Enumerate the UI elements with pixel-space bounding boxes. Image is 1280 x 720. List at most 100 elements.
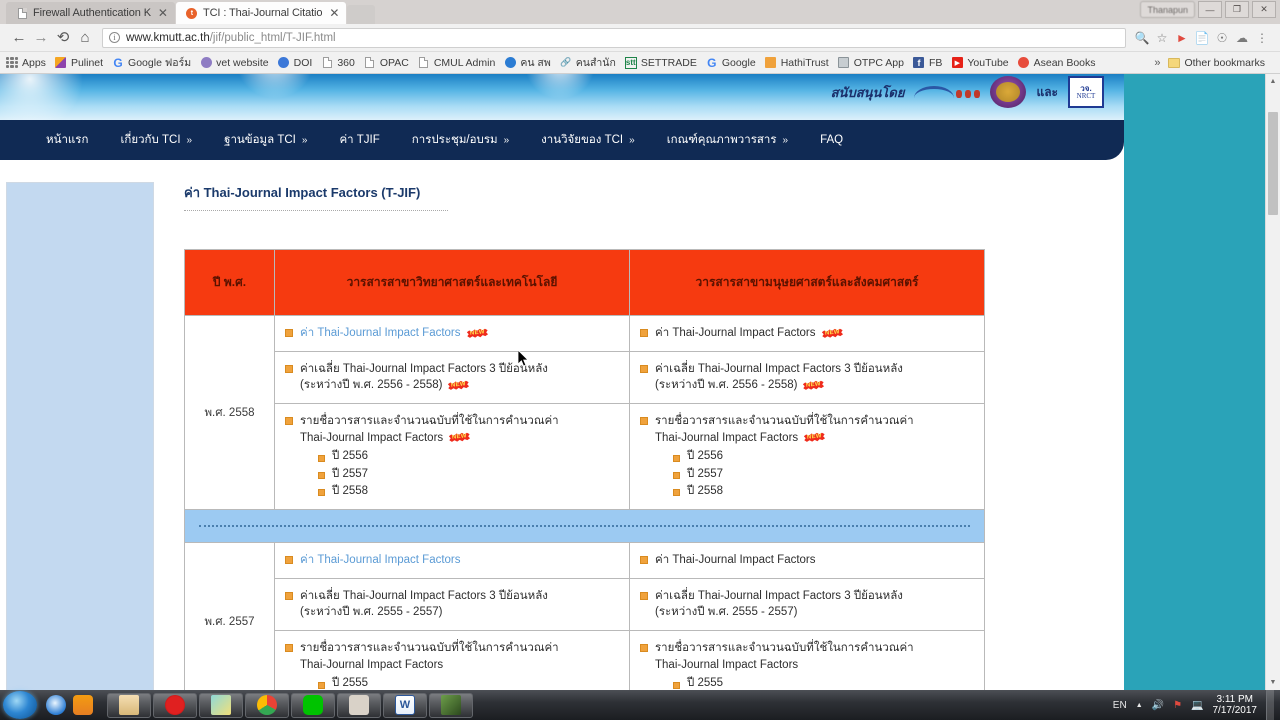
address-bar[interactable]: i www.kmutt.ac.th /jif/public_html/T-JIF…: [102, 27, 1126, 48]
person-icon: [504, 57, 516, 69]
other-bookmarks-folder[interactable]: Other bookmarks: [1168, 57, 1265, 69]
scrollbar-thumb[interactable]: [1268, 112, 1278, 215]
close-button[interactable]: ✕: [1252, 1, 1276, 18]
page-viewport: สนับสนุนโดย และ วจ. NRCT หน้าแรก เกี่ยวก…: [0, 74, 1280, 690]
forward-icon[interactable]: →: [30, 30, 52, 45]
bullet-icon: [640, 591, 648, 600]
bookmark-settrade[interactable]: stt SETTRADE: [624, 56, 697, 69]
network-icon[interactable]: 💻: [1191, 700, 1203, 711]
security-icon[interactable]: ⚑: [1173, 700, 1182, 711]
media-player-icon[interactable]: [73, 695, 93, 715]
list-item[interactable]: ปี 2557: [318, 466, 559, 483]
list-item[interactable]: ปี 2558: [673, 483, 914, 500]
show-hidden-icons-icon[interactable]: ▲: [1136, 702, 1143, 709]
list-item[interactable]: ปี 2556: [318, 448, 559, 465]
taskbar-item-explorer[interactable]: [107, 692, 151, 718]
show-desktop-button[interactable]: [1266, 690, 1274, 720]
list-item[interactable]: ค่า Thai-Journal Impact Factors: [640, 552, 974, 569]
browser-tab-firewall[interactable]: Firewall Authentication K ✕: [6, 2, 175, 24]
list-item[interactable]: ปี 2556: [673, 448, 914, 465]
list-item[interactable]: ค่าเฉลี่ย Thai-Journal Impact Factors 3 …: [285, 361, 619, 394]
nav-item-faq[interactable]: FAQ: [804, 134, 859, 146]
browser-tab-tci[interactable]: t TCI : Thai-Journal Citatio ✕: [175, 2, 347, 24]
nav-item-meetings[interactable]: การประชุม/อบรม »: [396, 131, 525, 149]
home-icon[interactable]: ⌂: [74, 30, 96, 45]
list-item[interactable]: ปี 2555: [673, 675, 914, 690]
maximize-button[interactable]: ❐: [1225, 1, 1249, 18]
bookmark-pulinet[interactable]: Pulinet: [55, 57, 103, 69]
nav-item-tjif[interactable]: ค่า TJIF: [323, 131, 395, 149]
youtube-icon: ▶: [951, 57, 963, 69]
bookmark-360[interactable]: 360: [321, 57, 355, 69]
bookmark-opac[interactable]: OPAC: [364, 57, 409, 69]
taskbar-item-word[interactable]: W: [383, 692, 427, 718]
taskbar-item-photo[interactable]: [429, 692, 473, 718]
list-item[interactable]: ค่าเฉลี่ย Thai-Journal Impact Factors 3 …: [640, 361, 974, 394]
list-item[interactable]: ปี 2557: [673, 466, 914, 483]
reload-icon[interactable]: ⟲: [52, 30, 74, 45]
menu-icon[interactable]: ⋮: [1252, 31, 1272, 45]
profile-chip[interactable]: Thanapun: [1140, 1, 1195, 18]
bookmark-khon-sp[interactable]: คน สพ: [504, 54, 551, 71]
nav-item-about-tci[interactable]: เกี่ยวกับ TCI »: [104, 131, 208, 149]
scroll-up-icon[interactable]: ▲: [1266, 74, 1280, 89]
bookmark-otpc-app[interactable]: OTPC App: [838, 57, 904, 69]
nav-item-research[interactable]: งานวิจัยของ TCI »: [525, 131, 651, 149]
bookmark-apps[interactable]: Apps: [6, 56, 46, 69]
close-icon[interactable]: ✕: [328, 7, 340, 19]
list-item[interactable]: ค่า Thai-Journal Impact Factors NEW: [285, 325, 619, 342]
bookmark-hathitrust[interactable]: HathiTrust: [765, 57, 829, 69]
cloud-icon[interactable]: ☁: [1232, 31, 1252, 45]
taskbar-item-opera[interactable]: [153, 692, 197, 718]
bookmark-google[interactable]: G Google: [706, 56, 756, 70]
taskbar-item-snip[interactable]: [337, 692, 381, 718]
item-text: ค่า Thai-Journal Impact Factors NEW: [300, 325, 487, 342]
list-item[interactable]: ปี 2555: [318, 675, 559, 690]
cell-science-list-2557: รายชื่อวารสารและจำนวนฉบับที่ใช้ในการคำนว…: [274, 630, 630, 690]
star-icon[interactable]: ☆: [1152, 31, 1172, 45]
site-info-icon[interactable]: i: [109, 32, 120, 43]
list-item[interactable]: ค่าเฉลี่ย Thai-Journal Impact Factors 3 …: [285, 588, 619, 621]
list-item[interactable]: ค่าเฉลี่ย Thai-Journal Impact Factors 3 …: [640, 588, 974, 621]
minimize-button[interactable]: —: [1198, 1, 1222, 18]
start-button[interactable]: [3, 691, 37, 719]
taskbar-clock[interactable]: 3:11 PM 7/17/2017: [1213, 694, 1258, 717]
scroll-down-icon[interactable]: ▼: [1266, 675, 1280, 690]
page-icon[interactable]: 📄: [1192, 31, 1212, 45]
bookmark-google-form[interactable]: G Google ฟอร์ม: [112, 54, 191, 71]
new-tab-button[interactable]: [347, 5, 376, 24]
banner-sponsors: สนับสนุนโดย และ วจ. NRCT: [831, 76, 1104, 108]
bookmark-doi[interactable]: DOI: [278, 57, 312, 69]
list-item[interactable]: รายชื่อวารสารและจำนวนฉบับที่ใช้ในการคำนว…: [640, 413, 974, 500]
bookmark-fb[interactable]: f FB: [913, 57, 942, 69]
list-item[interactable]: ค่า Thai-Journal Impact Factors: [285, 552, 619, 569]
list-item[interactable]: ปี 2558: [318, 483, 559, 500]
page-scrollbar[interactable]: ▲ ▼: [1265, 74, 1280, 690]
volume-icon[interactable]: 🔊: [1152, 700, 1164, 711]
back-icon[interactable]: ←: [8, 30, 30, 45]
taskbar-item-folder[interactable]: [199, 692, 243, 718]
site-main-nav: หน้าแรก เกี่ยวกับ TCI » ฐานข้อมูล TCI » …: [0, 120, 1124, 160]
bookmark-youtube[interactable]: ▶ YouTube: [951, 57, 1009, 69]
list-item[interactable]: รายชื่อวารสารและจำนวนฉบับที่ใช้ในการคำนว…: [640, 640, 974, 690]
bookmark-vet-website[interactable]: vet website: [200, 57, 269, 69]
table-row: รายชื่อวารสารและจำนวนฉบับที่ใช้ในการคำนว…: [185, 630, 985, 690]
nav-item-quality-criteria[interactable]: เกณฑ์คุณภาพวารสาร »: [651, 131, 804, 149]
cast-icon[interactable]: ☉: [1212, 31, 1232, 45]
bookmark-cmul-admin[interactable]: CMUL Admin: [418, 57, 495, 69]
nav-item-tci-database[interactable]: ฐานข้อมูล TCI »: [208, 131, 323, 149]
bookmarks-overflow-button[interactable]: »: [1154, 57, 1160, 69]
list-item[interactable]: รายชื่อวารสารและจำนวนฉบับที่ใช้ในการคำนว…: [285, 640, 619, 690]
list-item[interactable]: ค่า Thai-Journal Impact Factors NEW: [640, 325, 974, 342]
zoom-icon[interactable]: 🔍: [1132, 31, 1152, 45]
close-icon[interactable]: ✕: [157, 7, 169, 19]
bookmark-asean-books[interactable]: Asean Books: [1018, 57, 1096, 69]
ie-icon[interactable]: [46, 695, 66, 715]
language-indicator[interactable]: EN: [1113, 700, 1127, 711]
taskbar-item-line[interactable]: [291, 692, 335, 718]
bookmark-khon-samnak[interactable]: 🔗 คนสำนัก: [560, 54, 616, 71]
list-item[interactable]: รายชื่อวารสารและจำนวนฉบับที่ใช้ในการคำนว…: [285, 413, 619, 500]
extension-icon[interactable]: ►: [1172, 31, 1192, 45]
taskbar-item-chrome[interactable]: [245, 692, 289, 718]
nav-item-home[interactable]: หน้าแรก: [30, 131, 104, 149]
